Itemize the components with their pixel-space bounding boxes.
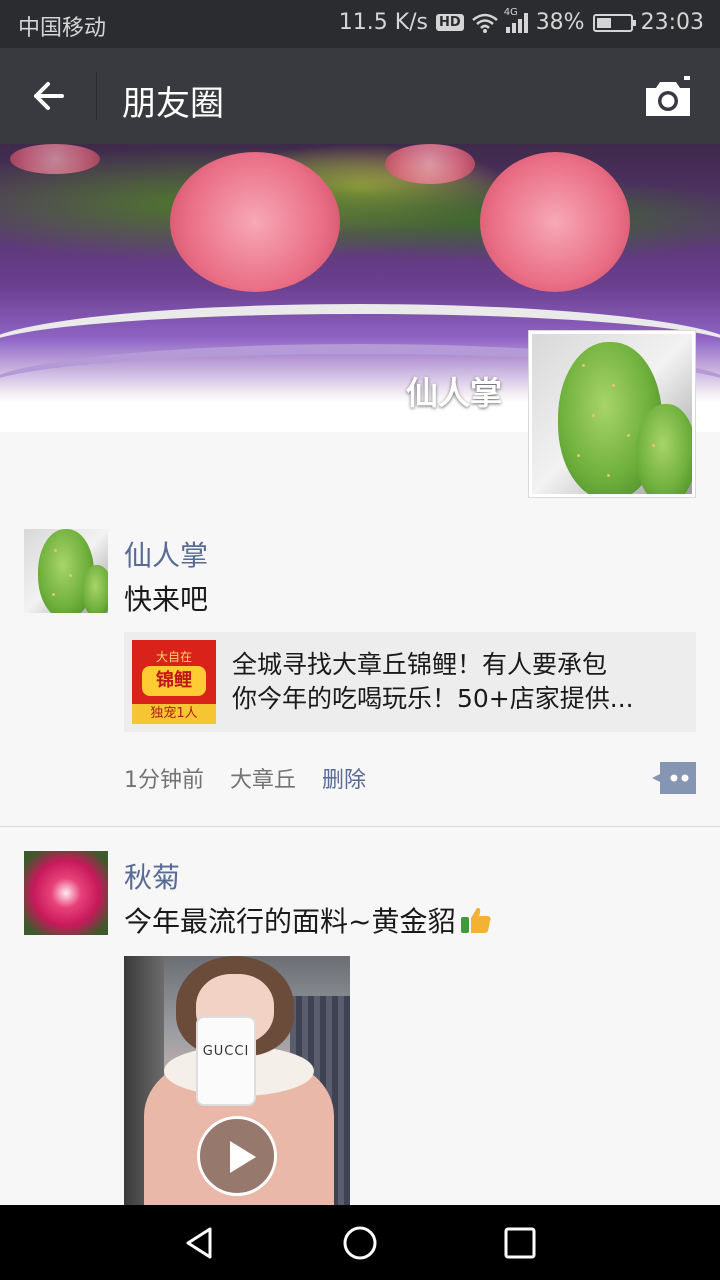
camera-icon[interactable] — [642, 76, 694, 120]
avatar[interactable] — [24, 851, 108, 935]
post-text: 快来吧 — [124, 583, 209, 616]
cover-username: 仙人掌 — [405, 374, 502, 412]
carrier-label: 中国移动 — [18, 16, 107, 41]
battery-percent: 38% — [535, 10, 585, 35]
nav-back-icon[interactable] — [180, 1223, 220, 1263]
page-title: 朋友圈 — [122, 84, 224, 124]
profile-avatar[interactable] — [528, 330, 696, 498]
status-bar: 中国移动 11.5 K/s HD 4G 38% 23:03 — [0, 0, 720, 48]
link-title: 全城寻找大章丘锦鲤！有人要承包 你今年的吃喝玩乐！50+店家提供... — [232, 650, 634, 713]
post-text: 今年最流行的面料~黄金貂 — [124, 900, 493, 940]
post-author[interactable]: 秋菊 — [124, 856, 180, 896]
title-bar: 朋友圈 — [0, 48, 720, 144]
delete-link[interactable]: 删除 — [322, 762, 366, 794]
link-thumbnail: 大自在 锦鲤 独宠1人 — [132, 640, 216, 724]
title-divider — [96, 72, 97, 120]
battery-icon — [592, 13, 636, 32]
post-location[interactable]: 大章丘 — [230, 762, 296, 794]
video-thumbnail[interactable]: GUCCI — [124, 956, 350, 1206]
network-speed: 11.5 K/s — [338, 10, 429, 35]
avatar[interactable] — [24, 529, 108, 613]
clock: 23:03 — [640, 10, 704, 35]
play-icon[interactable] — [197, 1116, 277, 1196]
nav-home-icon[interactable] — [340, 1223, 380, 1263]
wifi-icon — [471, 13, 498, 33]
hd-icon: HD — [436, 14, 464, 31]
cactus-image — [532, 334, 692, 494]
network-type: 4G — [503, 6, 518, 18]
system-nav-bar — [0, 1205, 720, 1280]
signal-icon: 4G — [504, 7, 528, 33]
shared-link-card[interactable]: 大自在 锦鲤 独宠1人 全城寻找大章丘锦鲤！有人要承包 你今年的吃喝玩乐！50+… — [124, 632, 696, 732]
back-arrow-icon[interactable] — [20, 68, 76, 124]
post-time: 1分钟前 — [124, 768, 204, 793]
post-author[interactable]: 仙人掌 — [124, 534, 208, 574]
nav-recents-icon[interactable] — [500, 1223, 540, 1263]
thumbs-up-emoji-icon — [461, 907, 492, 933]
comment-menu-icon[interactable] — [652, 762, 696, 794]
post-divider — [0, 826, 720, 827]
status-right: 11.5 K/s HD 4G 38% 23:03 — [338, 7, 704, 36]
